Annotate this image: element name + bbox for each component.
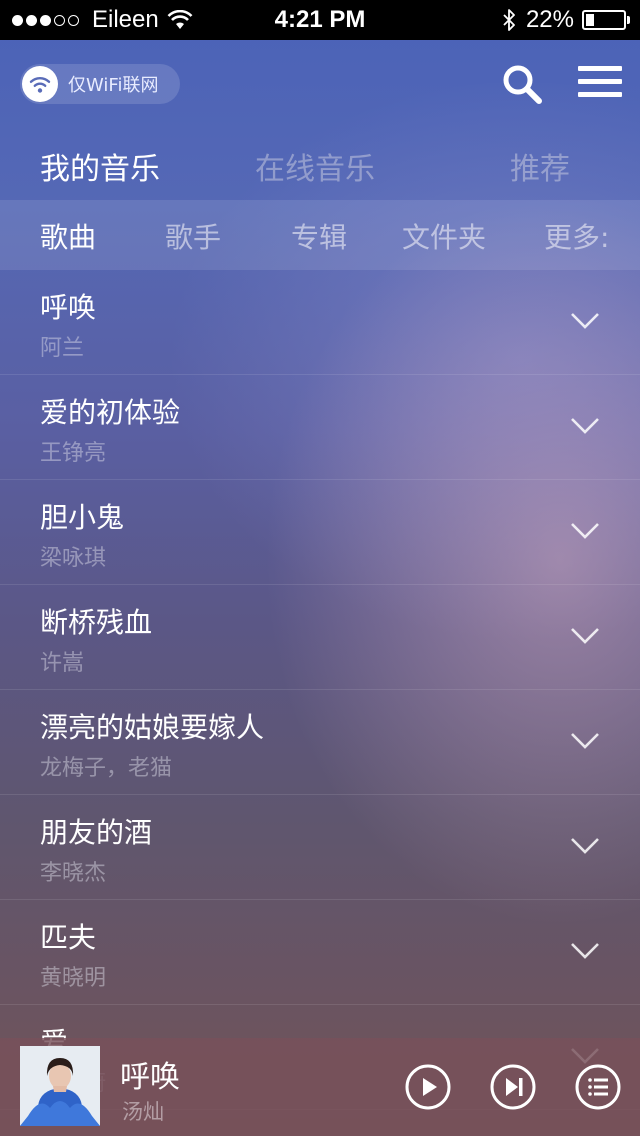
song-title: 呼唤 <box>40 291 97 324</box>
tab-my-music[interactable]: 我的音乐 <box>40 144 160 188</box>
subtab-folders[interactable]: 文件夹 <box>402 216 486 256</box>
search-icon[interactable] <box>500 62 544 106</box>
status-right: 22% <box>502 6 630 34</box>
song-artist: 黄晓明 <box>40 966 107 991</box>
song-row[interactable]: 爱的初体验 王铮亮 <box>0 375 640 480</box>
battery-level <box>586 14 594 26</box>
subtab-more[interactable]: 更多: <box>544 216 609 256</box>
song-row[interactable]: 胆小鬼 梁咏琪 <box>0 480 640 585</box>
song-row[interactable]: 断桥残血 许嵩 <box>0 585 640 690</box>
song-artist: 阿兰 <box>40 336 85 361</box>
now-playing-bar[interactable]: 呼唤 汤灿 <box>0 1038 640 1136</box>
album-cover[interactable] <box>20 1046 100 1126</box>
battery-icon <box>582 10 630 30</box>
sub-tabs: 歌曲 歌手 专辑 文件夹 更多: <box>0 200 640 270</box>
chevron-down-icon[interactable] <box>570 312 600 330</box>
song-title: 漂亮的姑娘要嫁人 <box>40 711 265 744</box>
song-title: 爱的初体验 <box>40 396 181 429</box>
song-artist: 梁咏琪 <box>40 546 107 571</box>
chevron-down-icon[interactable] <box>570 417 600 435</box>
song-artist: 许嵩 <box>40 651 85 676</box>
status-bar: Eileen 4:21 PM 22% <box>0 0 640 40</box>
play-icon[interactable] <box>405 1064 451 1110</box>
song-row[interactable]: 漂亮的姑娘要嫁人龙梅子，老猫 <box>0 690 640 795</box>
now-playing-title: 呼唤 <box>120 1060 180 1095</box>
subtab-albums[interactable]: 专辑 <box>291 216 347 256</box>
song-artist: 王铮亮 <box>40 441 107 466</box>
song-artist: 龙梅子，老猫 <box>40 756 173 781</box>
song-artist: 李晓杰 <box>40 861 107 886</box>
next-icon[interactable] <box>490 1064 536 1110</box>
song-title: 匹夫 <box>40 921 97 954</box>
chevron-down-icon[interactable] <box>570 942 600 960</box>
wifi-only-toggle[interactable]: 仅WiFi联网 <box>20 64 180 104</box>
wifi-only-label: 仅WiFi联网 <box>68 75 159 96</box>
battery-percent: 22% <box>525 6 574 33</box>
subtab-songs[interactable]: 歌曲 <box>40 216 96 256</box>
chevron-down-icon[interactable] <box>570 522 600 540</box>
chevron-down-icon[interactable] <box>570 732 600 750</box>
song-title: 断桥残血 <box>40 606 153 639</box>
song-list: 呼唤 阿兰 爱的初体验 王铮亮 胆小鬼 梁咏琪 断桥残血 许嵩 漂亮的姑娘要嫁人 龙梅子，老猫 朋友… <box>0 270 640 1110</box>
subtab-artists[interactable]: 歌手 <box>165 216 221 256</box>
chevron-down-icon[interactable] <box>570 627 600 645</box>
song-row[interactable]: 匹夫 黄晓明 <box>0 900 640 1005</box>
tab-online-music[interactable]: 在线音乐 <box>255 144 375 188</box>
chevron-down-icon[interactable] <box>570 837 600 855</box>
song-title: 朋友的酒 <box>40 816 153 849</box>
bluetooth-icon <box>503 9 515 31</box>
playlist-icon[interactable] <box>575 1064 621 1110</box>
menu-icon[interactable] <box>578 66 622 102</box>
tab-recommend[interactable]: 推荐 <box>510 144 570 188</box>
wifi-icon <box>29 77 51 93</box>
now-playing-artist: 汤灿 <box>122 1100 164 1124</box>
album-cover-art <box>20 1046 100 1126</box>
song-row[interactable]: 朋友的酒 李晓杰 <box>0 795 640 900</box>
wifi-badge <box>22 66 58 102</box>
main-tabs: 我的音乐 在线音乐 推荐 <box>0 140 640 190</box>
song-title: 胆小鬼 <box>40 501 125 534</box>
song-row[interactable]: 呼唤 阿兰 <box>0 270 640 375</box>
